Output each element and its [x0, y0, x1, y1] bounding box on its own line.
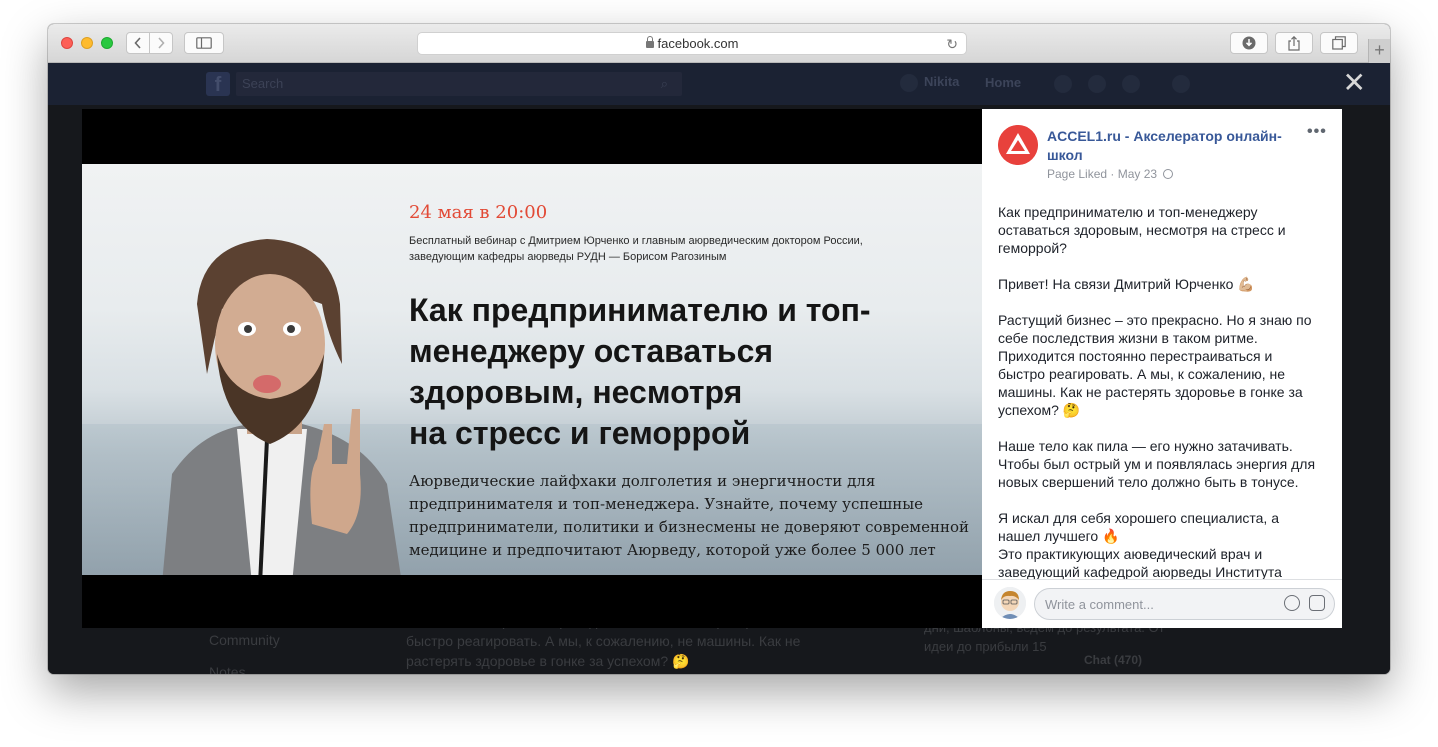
profile-avatar[interactable]	[900, 74, 918, 92]
facebook-search-placeholder: Search	[242, 76, 284, 91]
download-icon	[1242, 36, 1256, 50]
post-date[interactable]: May 23	[1118, 167, 1157, 181]
facebook-logo-icon[interactable]: f	[206, 72, 230, 96]
facebook-top-bar: f Search ⌕ Nikita Home	[48, 63, 1390, 105]
post-meta: Page Liked · May 23	[1047, 167, 1174, 181]
headline-line: менеджеру оставаться	[409, 333, 774, 369]
post-text: Как предпринимателю и топ-менеджеру оста…	[998, 204, 1316, 579]
webinar-description: Аюрведические лайфхаки долголетия и энер…	[409, 472, 969, 559]
comment-composer	[982, 579, 1342, 628]
sidebar-toggle-button[interactable]	[184, 32, 224, 54]
close-window-button[interactable]	[61, 37, 73, 49]
background-post-line: растерять здоровье в гонке за успехом? 🤔	[406, 653, 690, 669]
search-icon[interactable]: ⌕	[661, 76, 668, 92]
chevron-right-icon	[158, 37, 165, 49]
forward-button[interactable]	[149, 32, 173, 54]
left-nav-notes[interactable]: Notes	[209, 662, 246, 674]
more-options-icon[interactable]: •••	[1307, 123, 1327, 141]
lock-icon	[645, 36, 654, 48]
reload-icon[interactable]: ↻	[946, 36, 958, 53]
photo-lightbox: 24 мая в 20:00 Бесплатный вебинар с Дмит…	[82, 109, 1342, 628]
messenger-icon[interactable]	[1088, 75, 1106, 93]
emoji-icon[interactable]	[1284, 595, 1300, 611]
downloads-button[interactable]	[1230, 32, 1268, 54]
share-icon	[1288, 35, 1300, 51]
tabs-icon	[1332, 36, 1346, 50]
sticker-icon[interactable]	[1309, 595, 1325, 611]
page-avatar[interactable]	[998, 125, 1038, 165]
page-name-link[interactable]: ACCEL1.ru - Акселератор онлайн-школ	[1047, 127, 1297, 165]
left-nav-community[interactable]: Community	[209, 630, 280, 650]
zoom-window-button[interactable]	[101, 37, 113, 49]
friends-icon[interactable]	[1054, 75, 1072, 93]
headline-line: здоровым, несмотря	[409, 374, 743, 410]
background-post-line: быстро реагировать. А мы, к сожалению, н…	[406, 633, 801, 649]
back-button[interactable]	[126, 32, 150, 54]
webinar-date: 24 мая в 20:00	[409, 202, 548, 223]
current-user-avatar	[994, 587, 1026, 619]
page-liked-status[interactable]: Page Liked	[1047, 167, 1107, 181]
notifications-icon[interactable]	[1122, 75, 1140, 93]
address-bar[interactable]: facebook.com ↻	[417, 32, 967, 55]
chevron-left-icon	[134, 37, 141, 49]
webinar-headline: Как предпринимателю и топ- менеджеру ост…	[409, 290, 969, 454]
share-button[interactable]	[1275, 32, 1313, 54]
headline-line: на стресс и геморрой	[409, 415, 751, 451]
new-tab-button[interactable]: +	[1368, 39, 1390, 63]
headline-line: Как предпринимателю и топ-	[409, 292, 871, 328]
browser-window: facebook.com ↻ + f Search ⌕ Nikita Home	[48, 24, 1390, 674]
tabs-overview-button[interactable]	[1320, 32, 1358, 54]
browser-toolbar: facebook.com ↻ +	[48, 24, 1390, 63]
url-text: facebook.com	[657, 36, 739, 51]
webinar-subtitle: Бесплатный вебинар с Дмитрием Юрченко и …	[409, 235, 863, 263]
speaker-photo	[162, 239, 401, 575]
post-side-panel: ACCEL1.ru - Акселератор онлайн-школ Page…	[982, 109, 1342, 628]
background-side-line: идеи до прибыли 15	[924, 639, 1047, 654]
home-link[interactable]: Home	[985, 75, 1021, 90]
globe-icon	[1163, 169, 1174, 179]
meta-separator: ·	[1110, 167, 1118, 181]
close-icon[interactable]: ✕	[1343, 69, 1366, 97]
minimize-window-button[interactable]	[81, 37, 93, 49]
sidebar-icon	[196, 37, 212, 49]
help-icon[interactable]	[1172, 75, 1190, 93]
facebook-search-input[interactable]: Search ⌕	[236, 72, 682, 96]
chat-label[interactable]: Chat (470)	[1084, 653, 1142, 667]
photo-viewer[interactable]: 24 мая в 20:00 Бесплатный вебинар с Дмит…	[82, 109, 982, 628]
webinar-banner-image: 24 мая в 20:00 Бесплатный вебинар с Дмит…	[82, 164, 982, 575]
profile-name[interactable]: Nikita	[924, 74, 959, 89]
